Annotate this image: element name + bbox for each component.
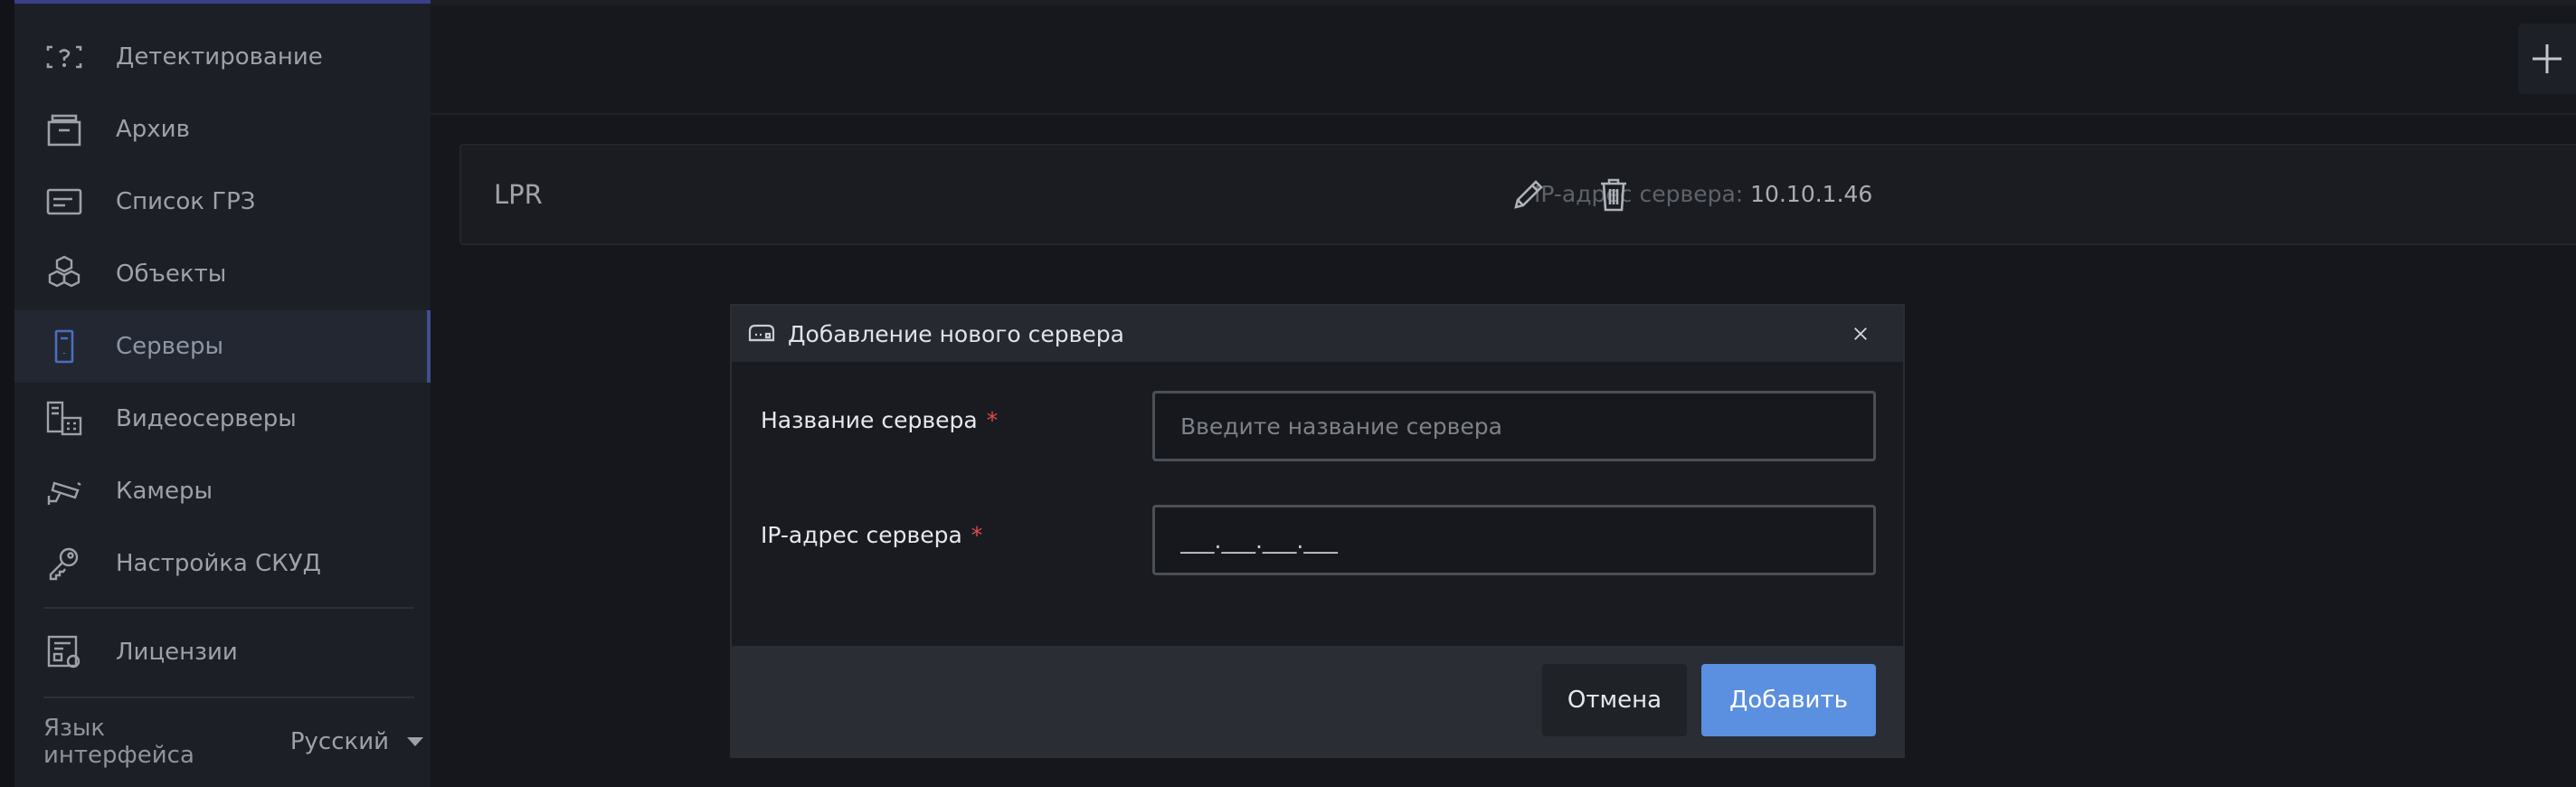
server-name: LPR [494,179,543,210]
app-root: Детектирование Архив Список ГРЗ Объекты … [0,0,2576,787]
sidebar-item-label: Объекты [116,261,227,288]
server-ip-field-label: IP-адрес сервера * [761,522,982,548]
sidebar-item-label: Архив [116,116,190,143]
header-strip [431,0,2576,5]
sidebar-item-detection[interactable]: Детектирование [14,21,431,93]
sidebar-item-label: Серверы [116,333,224,360]
video-server-icon [42,396,87,441]
close-icon [1854,327,1867,340]
camera-icon [42,469,87,514]
trash-icon [1601,178,1626,212]
language-selector-row: Язык интерфейса Русский [43,715,423,769]
dialog-header: Добавление нового сервера [732,306,1903,362]
sidebar-item-access-control[interactable]: Настройка СКУД [14,527,431,600]
required-mark: * [986,407,999,433]
plus-icon [2533,44,2562,73]
sidebar-item-label: Список ГРЗ [116,188,256,215]
pencil-icon [1514,180,1543,209]
required-mark: * [971,522,983,548]
sidebar-item-label: Видеосерверы [116,405,297,432]
delete-button[interactable] [1592,173,1635,216]
language-dropdown[interactable]: Русский [290,728,423,755]
server-name-label: Название сервера * [761,407,998,433]
sidebar-divider [43,697,414,698]
archive-icon [42,107,87,152]
server-ip-input[interactable] [1152,505,1876,575]
sidebar-item-plate-list[interactable]: Список ГРЗ [14,166,431,238]
sidebar-item-licenses[interactable]: Лицензии [14,616,431,688]
server-ip-label-text: IP-адрес сервера [761,522,962,548]
server-ip-label: IP-адрес сервера: [1534,181,1744,207]
dialog-server-icon [748,324,775,342]
dialog-footer: Отмена Добавить [732,646,1903,756]
add-button[interactable]: Добавить [1701,664,1876,736]
left-edge-strip [0,0,14,787]
server-name-label-text: Название сервера [761,407,978,433]
edit-button[interactable] [1507,173,1550,216]
sidebar-item-objects[interactable]: Объекты [14,238,431,310]
add-server-button[interactable] [2518,24,2576,94]
main-header [431,0,2576,115]
sidebar-item-label: Камеры [116,478,213,505]
chevron-down-icon [407,737,423,746]
add-server-dialog: Добавление нового сервера Название серве… [730,304,1905,758]
access-control-icon [42,541,87,586]
server-card: LPR IP-адрес сервера: 10.10.1.46 [459,144,2576,245]
sidebar-item-servers[interactable]: Серверы [14,310,431,383]
server-icon [42,324,87,369]
plate-list-icon [42,179,87,224]
language-value: Русский [289,728,389,755]
language-label: Язык интерфейса [43,715,194,769]
objects-icon [42,251,87,297]
sidebar-item-archive[interactable]: Архив [14,93,431,166]
sidebar-top-accent [14,0,431,4]
sidebar-item-label: Детектирование [116,43,323,71]
sidebar: Детектирование Архив Список ГРЗ Объекты … [14,0,431,787]
sidebar-item-label: Настройка СКУД [116,550,321,577]
cancel-button[interactable]: Отмена [1542,664,1687,736]
server-ip-value: 10.10.1.46 [1750,181,1873,207]
sidebar-item-cameras[interactable]: Камеры [14,455,431,527]
dialog-title: Добавление нового сервера [788,320,1124,347]
license-icon [42,630,87,675]
close-button[interactable] [1845,318,1876,349]
server-name-input[interactable] [1152,391,1876,461]
sidebar-item-video-servers[interactable]: Видеосерверы [14,383,431,455]
detection-icon [42,34,87,80]
active-marker [427,310,431,383]
sidebar-divider [43,607,414,609]
server-ip: IP-адрес сервера: 10.10.1.46 [1534,146,1872,243]
sidebar-item-label: Лицензии [116,639,238,666]
